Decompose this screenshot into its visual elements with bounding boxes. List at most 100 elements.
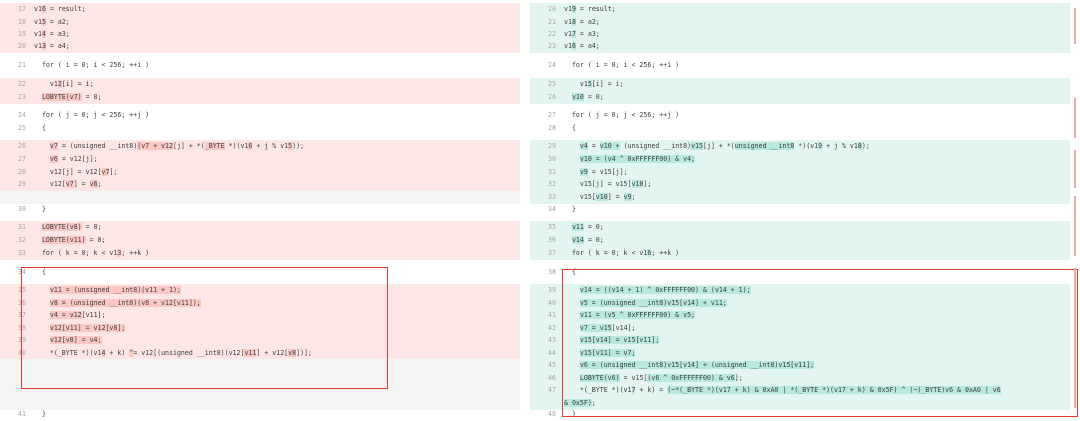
changed-token: v10 = (v4 ^ 0xFFFFFF00) & v4; <box>579 155 696 163</box>
line-number: 32 <box>18 236 26 244</box>
code-token: for ( k = 0; k < v1 <box>34 249 118 257</box>
code-text: v18 = a2; <box>564 16 1066 29</box>
code-line: 25 { <box>0 122 520 135</box>
line-number: 47 <box>548 386 556 394</box>
code-text: } <box>34 408 516 421</box>
code-token: = <box>587 142 600 150</box>
right-code-pane: 20 v19 = result; 21 v18 = a2; 22 v17 = a3; 23 v… <box>530 0 1070 418</box>
line-number: 42 <box>548 324 556 332</box>
changed-token: v15[v11] = v7; <box>579 349 636 357</box>
code-token: [v11]; <box>81 311 106 319</box>
changed-token: v7 <box>65 180 74 188</box>
code-token: = v12[(unsigned __int8)(v12[ <box>133 349 245 357</box>
code-text: v12[v8] = v4; <box>34 334 516 347</box>
code-line: 33 v15[v10] = v9; <box>530 191 1070 204</box>
changed-token: v10 + <box>599 142 620 150</box>
code-token: v15[j] = v15[ <box>564 180 632 188</box>
code-text: { <box>564 122 1066 135</box>
code-token: ; <box>97 180 102 188</box>
changed-token: LOBYTE(v8) <box>41 223 82 231</box>
code-token: = result; <box>575 5 616 13</box>
code-line: 34 { <box>0 266 520 279</box>
code-line: 22 v17 = a3; <box>530 28 1070 41</box>
code-token: v12[j] = v12[ <box>34 168 102 176</box>
code-line: 28 { <box>530 122 1070 135</box>
code-line: 22 v12[i] = i; <box>0 78 520 91</box>
code-text: v15 = a2; <box>34 16 516 29</box>
line-number: 28 <box>18 168 26 176</box>
line-number: 23 <box>18 93 26 101</box>
code-token: *)(v1 <box>224 142 249 150</box>
diff-overview-scrollbar[interactable] <box>1072 0 1078 418</box>
code-line: 35 v11 = (unsigned __int8)(v11 + 1); <box>0 284 520 297</box>
code-line: 20 v19 = result; <box>530 3 1070 16</box>
code-token: } <box>564 205 576 213</box>
changed-token: v9 <box>579 168 588 176</box>
code-token: + j % v1 <box>252 142 289 150</box>
line-number: 28 <box>548 124 556 132</box>
scrollbar-change-marker <box>1074 196 1076 256</box>
code-token: ] + v12[ <box>256 349 289 357</box>
code-line: 31 v9 = v15[j]; <box>530 166 1070 179</box>
code-line: 24 for ( i = 0; i < 256; ++i ) <box>530 59 1070 72</box>
changed-token: v11 = (v5 ^ 0xFFFFFF00) & v5; <box>579 311 696 319</box>
code-token: } <box>564 410 576 418</box>
line-number: 41 <box>548 311 556 319</box>
line-number: 22 <box>18 80 26 88</box>
line-number: 40 <box>548 299 556 307</box>
code-line: 23 v16 = a4; <box>530 40 1070 53</box>
code-line: 43 v15[v14] = v15[v11]; <box>530 334 1070 347</box>
line-number: 39 <box>548 286 556 294</box>
code-text: } <box>564 203 1066 216</box>
changed-token: unsigned __int8 <box>734 142 795 150</box>
code-text: v15[v14] = v15[v11]; <box>564 334 1066 347</box>
code-text: v8 = (unsigned __int8)(v8 + v12[v11]); <box>34 297 516 310</box>
code-token: = a2; <box>575 18 600 26</box>
code-line: 39 v12[v8] = v4; <box>0 334 520 347</box>
changed-token: v11 <box>571 223 584 231</box>
line-number: 20 <box>548 5 556 13</box>
changed-token: (~*(_BYTE *)(v17 + k) & 0xA0 | *(_BYTE *… <box>667 386 1001 394</box>
code-line: 27 for ( j = 0; j < 256; ++j ) <box>530 109 1070 122</box>
code-token: [i] = i; <box>591 80 624 88</box>
code-text: for ( i = 0; i < 256; ++i ) <box>564 59 1066 72</box>
code-text: for ( k = 0; k < v13; ++k ) <box>34 247 516 260</box>
code-line: 39 v14 = ((v14 + 1) ^ 0xFFFFFF00) & (v14… <box>530 284 1070 297</box>
code-line: 27 v6 = v12[j]; <box>0 153 520 166</box>
code-token: v1 <box>34 5 42 13</box>
code-line: 26 v10 = 0; <box>530 91 1070 104</box>
code-token: ]; <box>643 180 652 188</box>
code-token: v1 <box>564 30 572 38</box>
changed-token: v6 <box>49 155 58 163</box>
code-text: { <box>34 266 516 279</box>
line-number: 27 <box>548 111 556 119</box>
line-number: 33 <box>18 249 26 257</box>
line-number: 44 <box>548 349 556 357</box>
code-line: 30 } <box>0 203 520 216</box>
changed-token: v14 = ((v14 + 1) ^ 0xFFFFFF00) & (v14 + … <box>579 286 751 294</box>
code-token: = 0; <box>81 93 102 101</box>
code-token: for ( j = 0; j < 256; ++j ) <box>34 111 150 119</box>
code-line: 47 *(_BYTE *)(v17 + k) = (~*(_BYTE *)(v1… <box>530 384 1070 397</box>
line-number: 26 <box>548 93 556 101</box>
line-number: 33 <box>548 193 556 201</box>
code-text: v9 = v15[j]; <box>564 166 1066 179</box>
code-token: v1 <box>34 30 42 38</box>
line-number: 26 <box>18 142 26 150</box>
code-token: ]; <box>734 374 743 382</box>
code-token: ] = <box>607 193 624 201</box>
code-token: (unsigned __int8) <box>619 142 692 150</box>
code-line: 44 v15[v11] = v7; <box>530 347 1070 360</box>
code-text: v16 = a4; <box>564 40 1066 53</box>
line-number: 17 <box>18 5 26 13</box>
left-code-pane: 17 v16 = result; 18 v15 = a2; 19 v14 = a3; 20 v… <box>0 0 520 418</box>
code-line: 37 v4 = v12[v11]; <box>0 309 520 322</box>
code-text: v12[i] = i; <box>34 78 516 91</box>
